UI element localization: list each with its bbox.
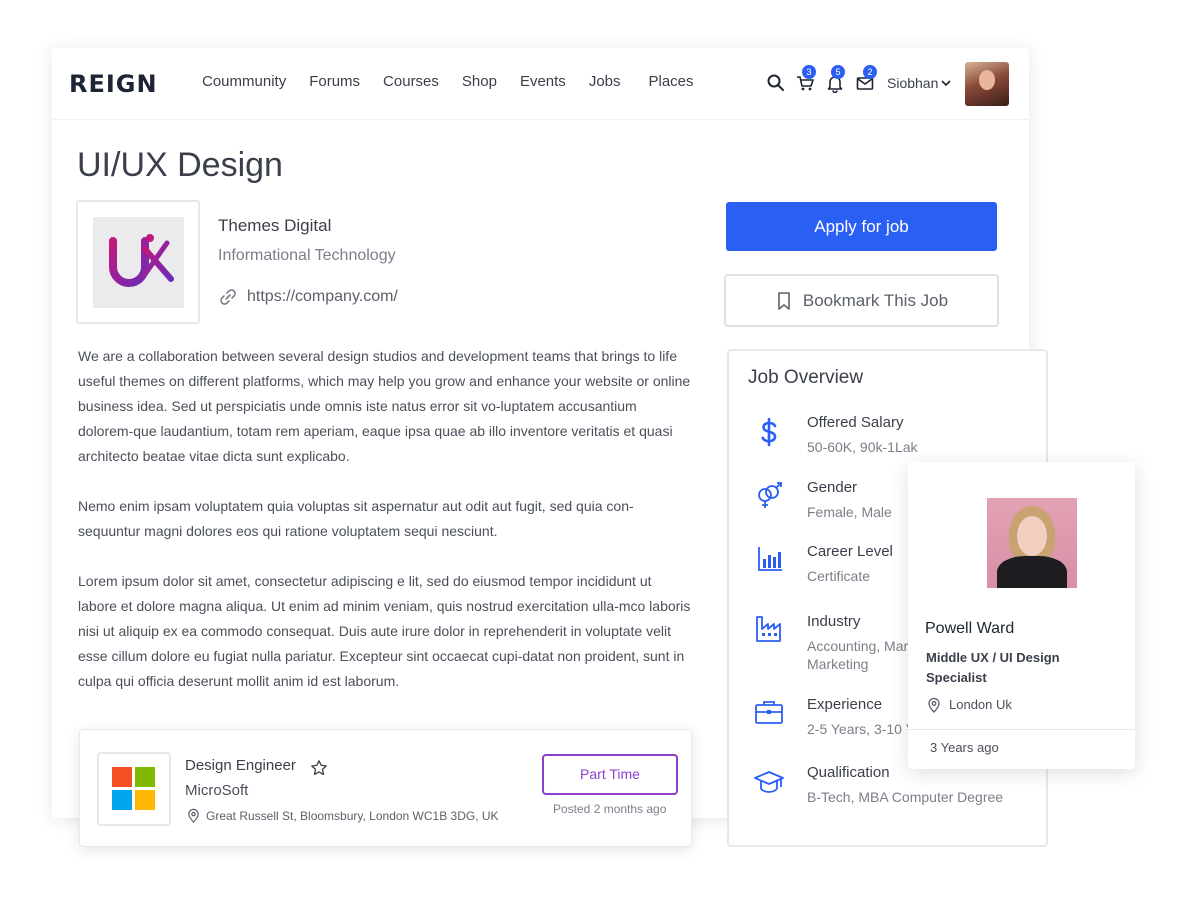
apply-button[interactable]: Apply for job <box>726 202 997 251</box>
job-description: We are a collaboration between several d… <box>78 344 693 719</box>
overview-value: 50-60K, 90k-1Lak <box>807 439 918 455</box>
dollar-icon <box>761 417 777 447</box>
nav-item-events[interactable]: Events <box>520 73 566 90</box>
cart-badge: 3 <box>802 65 816 79</box>
company-logo <box>76 200 200 324</box>
nav-item-community[interactable]: Coummunity <box>202 73 286 90</box>
nav-item-jobs[interactable]: Jobs <box>589 73 621 90</box>
bookmark-icon <box>778 291 790 310</box>
overview-label: Gender <box>807 479 858 496</box>
gender-icon <box>758 482 782 508</box>
chevron-down-icon[interactable] <box>940 77 952 89</box>
description-paragraph: We are a collaboration between several d… <box>78 348 691 464</box>
company-sector: Informational Technology <box>218 247 396 264</box>
nav-item-courses[interactable]: Courses <box>383 73 439 90</box>
profile-name[interactable]: Powell Ward <box>925 620 1014 638</box>
overview-label: Industry <box>807 613 861 630</box>
site-logo[interactable]: REIGN <box>69 70 158 98</box>
logo-square <box>112 767 132 787</box>
overview-label: Experience <box>807 696 883 713</box>
posted-time: Posted 2 months ago <box>553 802 667 816</box>
bookmark-label: Bookmark This Job <box>802 290 949 310</box>
overview-value: B-Tech, MBA Computer Degree <box>807 789 1004 805</box>
overview-label: Career Level <box>807 543 893 560</box>
profile-card[interactable]: Powell Ward Middle UX / UI Design Specia… <box>908 462 1135 769</box>
company-url[interactable]: https://company.com/ <box>247 288 398 306</box>
divider <box>908 729 1135 730</box>
job-listing-card[interactable]: Design Engineer MicroSoft Great Russell … <box>79 729 692 847</box>
location-pin-icon <box>928 697 940 713</box>
nav-item-forums[interactable]: Forums <box>309 73 360 90</box>
description-paragraph: Lorem ipsum dolor sit amet, consectetur … <box>78 573 691 689</box>
page-title: UI/UX Design <box>77 146 283 184</box>
description-paragraph: Nemo enim ipsam voluptatem quia voluptas… <box>78 498 634 539</box>
logo-square <box>135 767 155 787</box>
location-pin-icon <box>188 808 199 823</box>
logo-square <box>135 790 155 810</box>
microsoft-logo <box>97 752 171 826</box>
job-card-address: Great Russell St, Bloomsbury, London WC1… <box>206 809 499 823</box>
overview-label: Qualification <box>807 764 890 781</box>
link-icon <box>220 289 236 305</box>
overview-label: Offered Salary <box>807 414 904 431</box>
nav-item-places[interactable]: Places <box>649 73 694 90</box>
ux-logo-icon <box>109 234 174 287</box>
graduation-cap-icon <box>754 771 784 793</box>
job-card-company: MicroSoft <box>185 782 249 799</box>
bookmark-button[interactable]: Bookmark This Job <box>724 274 999 327</box>
top-header: REIGN Coummunity Forums Courses Shop Eve… <box>52 48 1029 120</box>
logo-square <box>112 790 132 810</box>
user-menu-name[interactable]: Siobhan <box>887 75 938 91</box>
company-name[interactable]: Themes Digital <box>218 216 331 236</box>
user-avatar[interactable] <box>965 62 1009 106</box>
star-icon[interactable] <box>310 759 328 777</box>
search-icon[interactable] <box>766 73 786 93</box>
bar-chart-icon <box>758 547 782 571</box>
main-nav: Coummunity Forums Courses Shop Events Jo… <box>202 73 694 90</box>
job-card-title[interactable]: Design Engineer <box>185 757 296 774</box>
notification-badge: 5 <box>831 65 845 79</box>
briefcase-icon <box>755 701 783 724</box>
overview-title: Job Overview <box>748 367 864 388</box>
profile-photo <box>987 498 1077 588</box>
part-time-button[interactable]: Part Time <box>542 754 678 795</box>
nav-item-shop[interactable]: Shop <box>462 73 497 90</box>
profile-location: London Uk <box>949 697 1012 712</box>
factory-icon <box>756 616 781 642</box>
profile-role: Middle UX / UI Design Specialist <box>926 650 1060 685</box>
message-badge: 2 <box>863 65 877 79</box>
profile-time: 3 Years ago <box>930 740 999 755</box>
